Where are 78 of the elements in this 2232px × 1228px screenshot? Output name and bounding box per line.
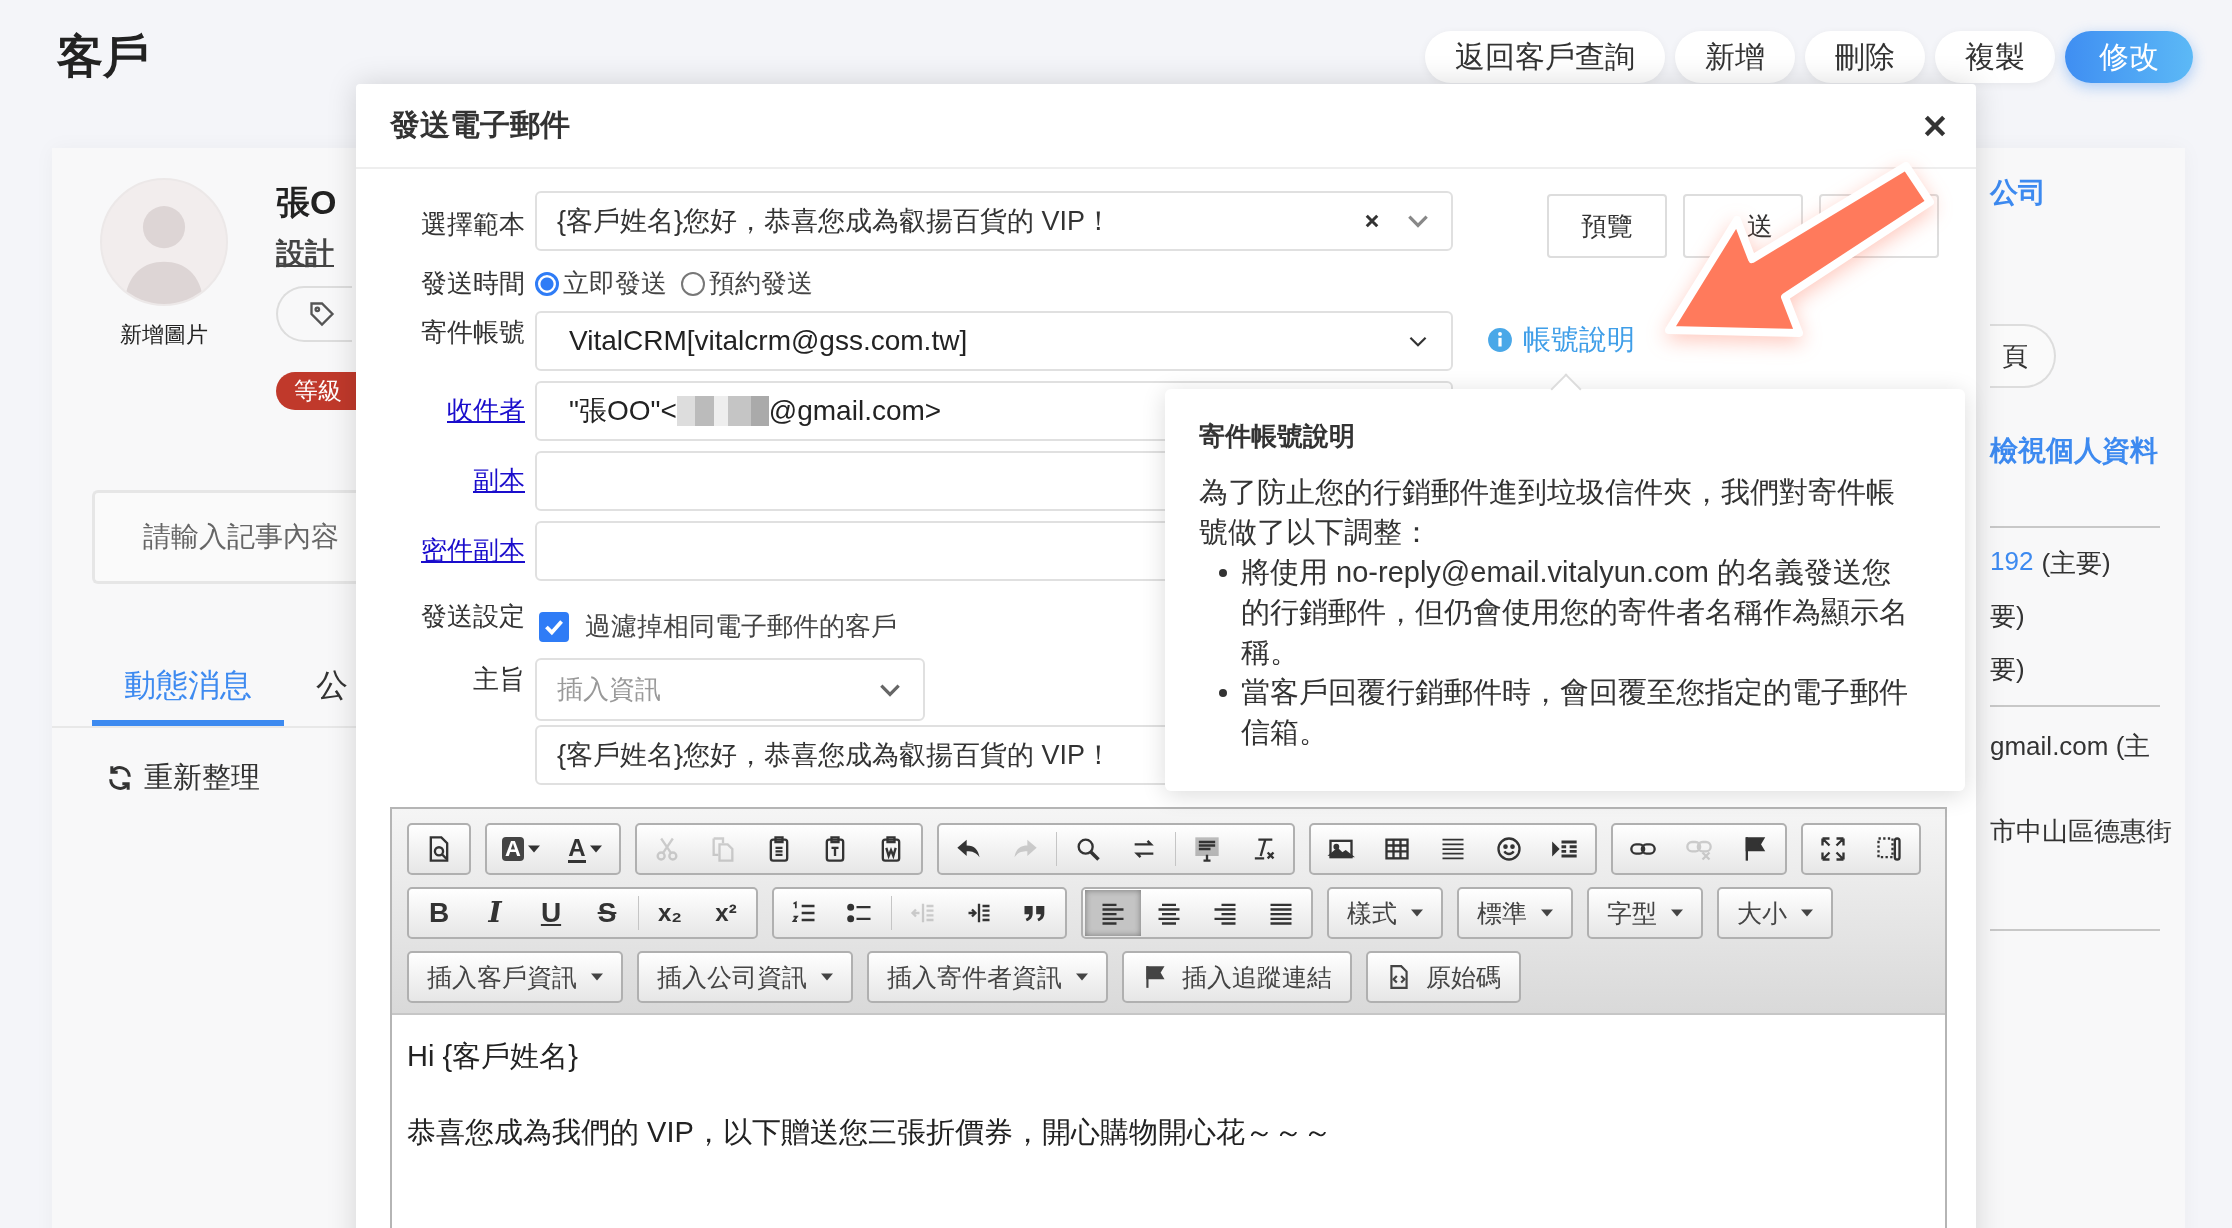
bullet-dot	[1219, 569, 1227, 577]
refresh-button[interactable]: 重新整理	[106, 758, 356, 798]
clear-icon[interactable]	[1363, 212, 1381, 230]
info-icon	[1487, 327, 1513, 353]
refresh-icon	[106, 764, 134, 792]
editor-paragraph: 恭喜您成為我們的 VIP，以下贈送您三張折價券，開心購物開心花～～～	[407, 1115, 1333, 1150]
header-button[interactable]: 刪除	[1805, 31, 1925, 83]
email-text: gmail.com (主	[1990, 730, 2151, 763]
field-label: 選擇範本	[420, 208, 525, 241]
caret-icon	[1411, 909, 1423, 917]
bullet-dot	[1219, 689, 1227, 697]
toolbar-menu-button[interactable]: 樣式	[1327, 887, 1443, 939]
address-text: 市中山區德惠街	[1990, 815, 2172, 848]
cc-link[interactable]: 副本	[390, 451, 525, 498]
smiley-icon	[1495, 835, 1523, 863]
field-label: 主旨	[472, 663, 525, 696]
template-select[interactable]: {客戶姓名}您好，恭喜您成為叡揚百貨的 VIP！	[535, 191, 1453, 251]
template-icon	[1193, 835, 1221, 863]
page-title: 客戶	[57, 29, 149, 84]
toolbar-button[interactable]: S	[579, 890, 635, 936]
dialog-title: 發送電子郵件	[390, 107, 570, 143]
header-button[interactable]: 新增	[1675, 31, 1795, 83]
caret-icon	[591, 973, 603, 981]
toolbar-menu-button[interactable]: 插入客戶資訊	[407, 951, 623, 1003]
caret-icon	[589, 845, 602, 853]
radio-label[interactable]: 預約發送	[709, 266, 813, 301]
tag-icon	[308, 300, 336, 328]
account-select[interactable]: VitalCRM[vitalcrm@gss.com.tw]	[535, 311, 1453, 371]
toolbar-menu-button[interactable]: 插入公司資訊	[637, 951, 853, 1003]
level-badge: 等級	[276, 372, 356, 410]
toolbar-menu-button[interactable]: 原始碼	[1366, 951, 1521, 1003]
toolbar-button[interactable]: x²	[698, 890, 754, 936]
toolbar-button[interactable]: A	[489, 826, 553, 872]
phone-note: 要)	[1990, 600, 2025, 633]
toolbar-menu-button[interactable]: 標準	[1457, 887, 1573, 939]
tooltip-text: 為了防止您的行銷郵件進到垃圾信件夾，我們對寄件帳號做了以下調整：	[1199, 475, 1896, 550]
phone-note: (主要)	[2041, 547, 2111, 580]
dialog-button[interactable]: 預覽	[1547, 194, 1667, 258]
toolbar-button[interactable]: x₂	[642, 890, 698, 936]
tooltip-list-item: 將使用 no-reply@email.vitalyun.com 的名義發送您的行銷郵件，但仍會使用您的寄件者名稱作為顯示名稱。	[1241, 555, 1909, 670]
phone-note: 要)	[1990, 653, 2025, 686]
side-button[interactable]: 頁	[1990, 324, 2056, 388]
add-photo-label[interactable]: 新增圖片	[120, 320, 208, 350]
field-label: 發送設定	[420, 600, 525, 633]
toolbar-button[interactable]: U	[523, 890, 579, 936]
customer-name: 張O	[276, 182, 337, 223]
radio-button[interactable]	[681, 271, 705, 296]
radio-label[interactable]: 立即發送	[563, 266, 667, 301]
editor-paragraph: Hi {客戶姓名}	[407, 1039, 579, 1074]
customer-title-link[interactable]: 設計	[276, 234, 334, 274]
show-blocks-icon	[1875, 835, 1903, 863]
radio-button[interactable]	[535, 271, 559, 296]
toolbar-menu-button[interactable]: 字型	[1587, 887, 1703, 939]
caret-icon	[1076, 973, 1088, 981]
caret-icon	[1541, 909, 1553, 917]
field-label: 寄件帳號	[420, 316, 525, 349]
toolbar-menu-button[interactable]: 大小	[1717, 887, 1833, 939]
note-field[interactable]: 請輸入記事內容	[92, 490, 356, 584]
bcc-link[interactable]: 密件副本	[390, 521, 525, 568]
toolbar-button[interactable]: A	[553, 826, 617, 872]
tag-button[interactable]	[276, 286, 352, 342]
checkbox-label[interactable]: 過濾掉相同電子郵件的客戶	[585, 609, 897, 644]
header-button[interactable]: 返回客戶查詢	[1425, 31, 1665, 83]
caret-icon	[1801, 909, 1813, 917]
toolbar-menu-button[interactable]: 插入追蹤連結	[1122, 951, 1352, 1003]
toolbar-button[interactable]: I	[467, 890, 523, 936]
toolbar-button[interactable]: B	[411, 890, 467, 936]
caret-icon	[527, 845, 540, 853]
tab[interactable]: 公	[284, 664, 356, 726]
toolbar-menu-button[interactable]: 插入寄件者資訊	[867, 951, 1108, 1003]
maximize-icon	[1819, 835, 1847, 863]
caret-icon	[1671, 909, 1683, 917]
checkbox[interactable]	[539, 611, 569, 642]
caret-icon	[821, 973, 833, 981]
header-button[interactable]: 複製	[1935, 31, 2055, 83]
toolbar-button[interactable]	[1085, 890, 1141, 936]
recipient-link[interactable]: 收件者	[390, 381, 525, 428]
field-label: 發送時間	[420, 267, 525, 300]
